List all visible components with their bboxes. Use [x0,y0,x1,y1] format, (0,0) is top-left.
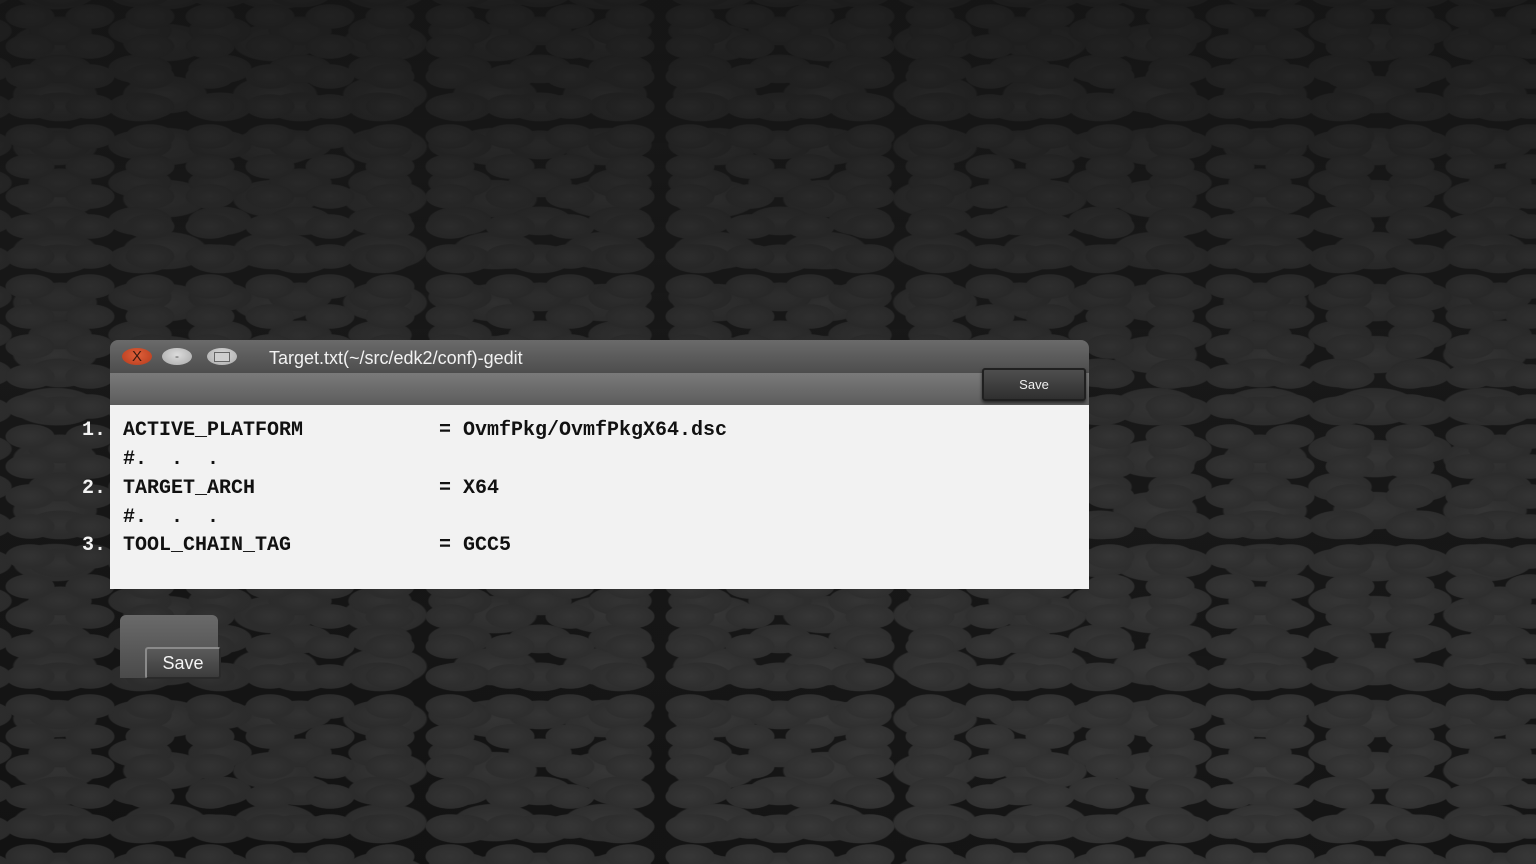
editor-line-3: TOOL_CHAIN_TAG = GCC5 [123,534,511,626]
line-number-3: 3. [82,534,107,557]
close-icon: X [131,348,142,365]
save-button[interactable]: Save [145,647,221,679]
line-number-1: 1. [82,419,107,442]
toolbar [110,373,1089,405]
editor-comment-line: #. . . [123,448,220,471]
line-key: ACTIVE_PLATFORM [123,419,304,442]
editor-comment-line: #. . . [123,506,220,529]
line-value: = X64 [439,477,500,500]
line-value: = GCC5 [439,534,512,557]
minimize-icon: - [175,349,179,363]
line-value: = OvmfPkg/OvmfPkgX64.dsc [439,419,728,442]
window-title: Target.txt(~/src/edk2/conf)-gedit [269,348,523,368]
gedit-window: X - Target.txt(~/src/edk2/conf)-gedit Sa… [110,340,1089,589]
text-editor[interactable]: ACTIVE_PLATFORM = OvmfPkg/OvmfPkgX64.dsc… [110,405,1089,589]
maximize-icon [214,352,230,362]
line-number-2: 2. [82,477,107,500]
close-button[interactable]: X [122,348,152,365]
line-key: TARGET_ARCH [123,477,256,500]
line-key: TOOL_CHAIN_TAG [123,534,292,557]
maximize-button[interactable] [207,348,237,365]
title-bar: X - Target.txt(~/src/edk2/conf)-gedit [110,340,1089,373]
minimize-button[interactable]: - [162,348,192,365]
toolbar-save-button[interactable]: Save [982,368,1086,401]
